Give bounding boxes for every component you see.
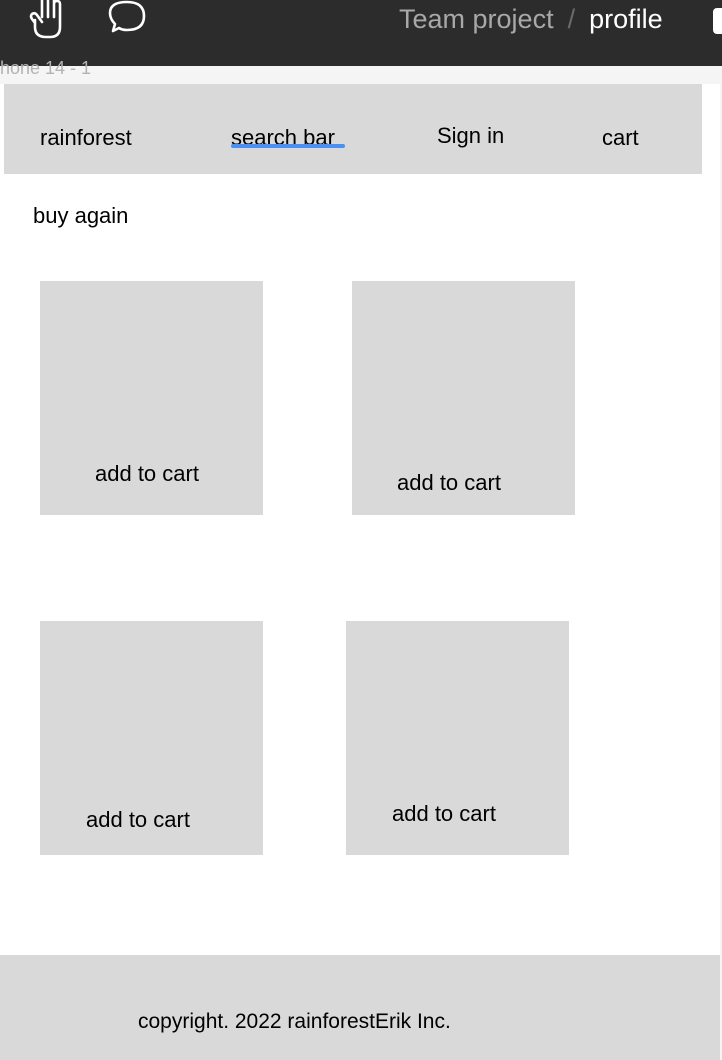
product-card[interactable]: add to cart xyxy=(40,621,263,855)
breadcrumb-separator: / xyxy=(567,3,576,34)
breadcrumb-project[interactable]: Team project xyxy=(399,4,554,35)
product-card[interactable]: add to cart xyxy=(346,621,569,855)
buy-again-heading: buy again xyxy=(33,203,129,228)
site-logo[interactable]: rainforest xyxy=(40,125,132,151)
top-navigation: rainforest search bar Sign in cart xyxy=(4,84,702,174)
frame-label[interactable]: hone 14 - 1 xyxy=(0,58,91,79)
breadcrumb-page[interactable]: profile xyxy=(589,4,663,35)
search-bar-underline xyxy=(231,144,345,148)
product-card[interactable]: add to cart xyxy=(352,281,575,515)
add-to-cart-button[interactable]: add to cart xyxy=(95,461,199,487)
sign-in-link[interactable]: Sign in xyxy=(437,123,504,149)
add-to-cart-button[interactable]: add to cart xyxy=(392,801,496,827)
speech-bubble-icon[interactable] xyxy=(106,0,148,38)
copyright-text: copyright. 2022 rainforestErik Inc. xyxy=(138,1010,451,1033)
editor-toolbar: Team project / profile xyxy=(0,0,722,66)
design-frame: rainforest search bar Sign in cart buy a… xyxy=(0,84,720,1060)
cart-link[interactable]: cart xyxy=(602,125,639,151)
toolbar-edge-control[interactable] xyxy=(713,8,722,34)
hand-icon[interactable] xyxy=(27,0,67,40)
add-to-cart-button[interactable]: add to cart xyxy=(86,807,190,833)
add-to-cart-button[interactable]: add to cart xyxy=(397,470,501,496)
breadcrumb: Team project / profile xyxy=(399,2,663,36)
product-card[interactable]: add to cart xyxy=(40,281,263,515)
footer: copyright. 2022 rainforestErik Inc. xyxy=(0,955,720,1060)
